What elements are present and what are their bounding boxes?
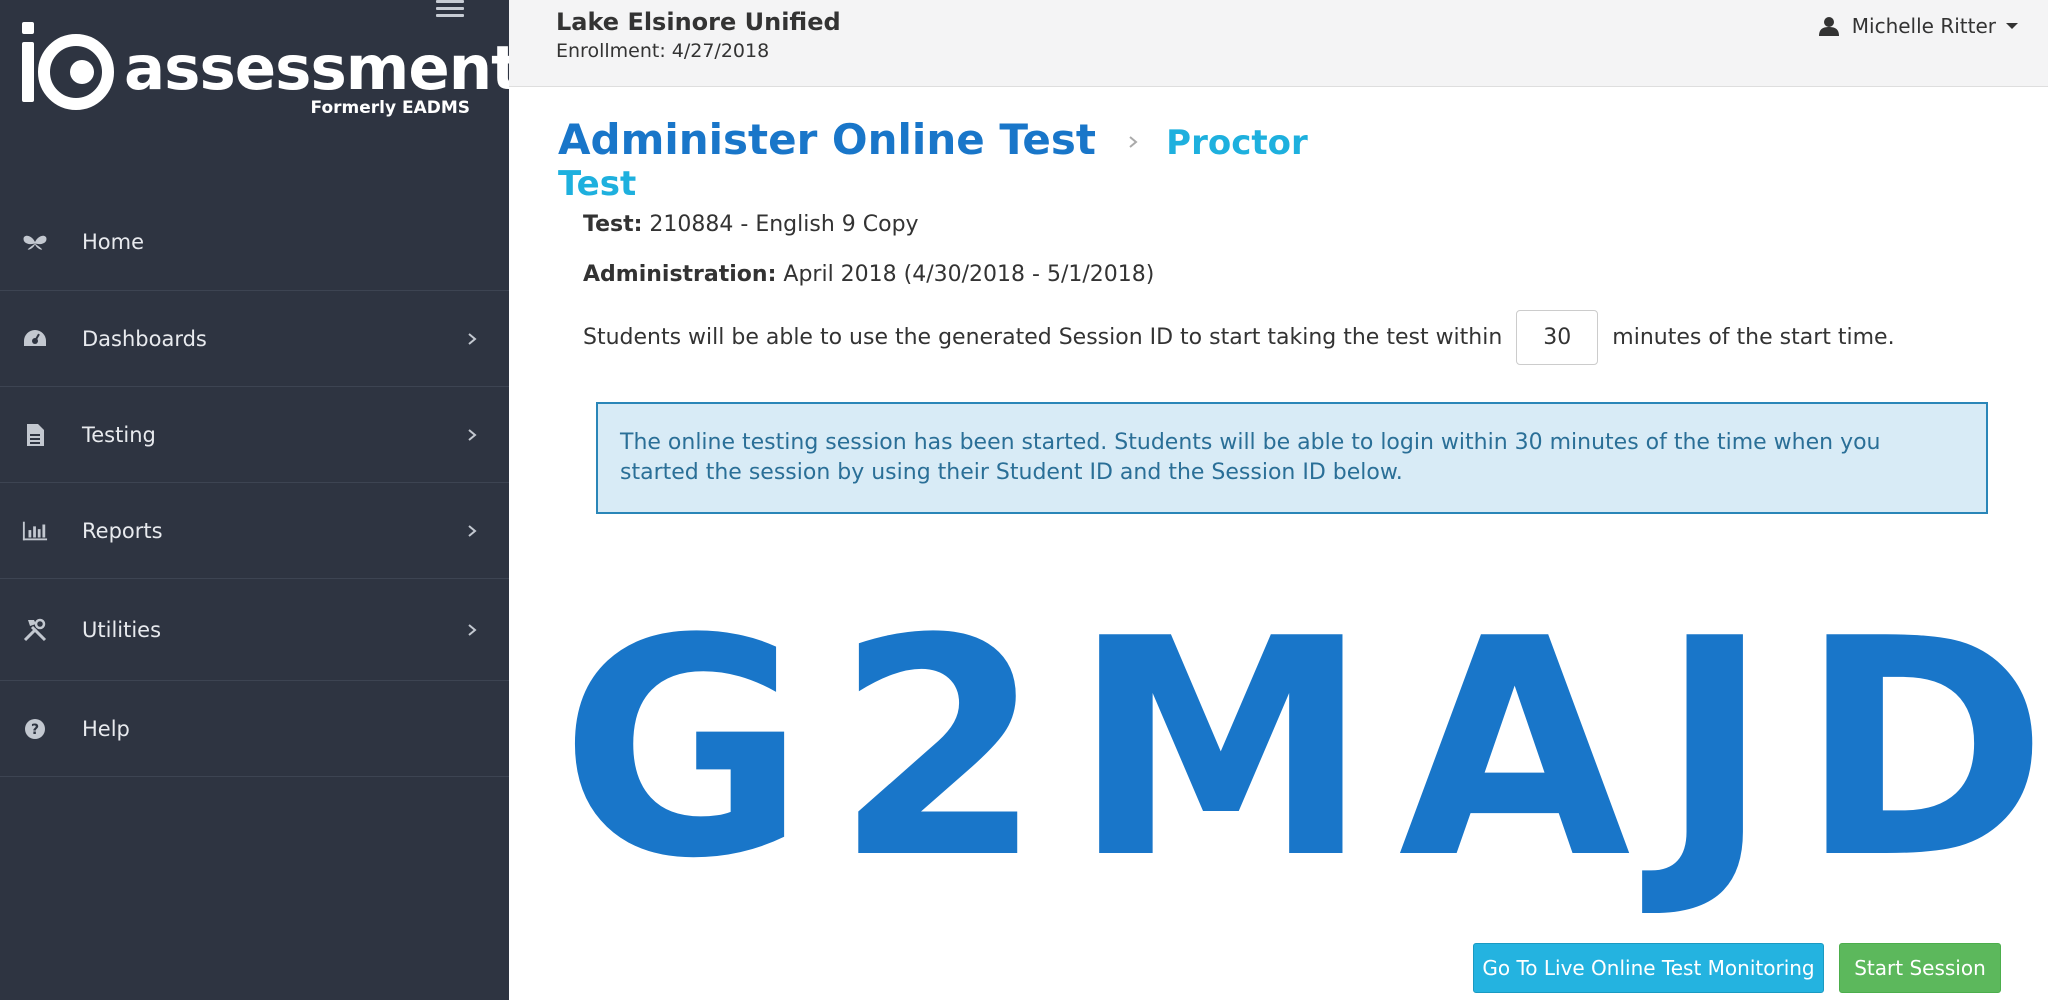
session-id-char: M xyxy=(1071,575,1371,924)
session-id-char: D xyxy=(1798,575,2048,924)
sidebar-item-testing[interactable]: Testing xyxy=(0,387,509,483)
dashboard-gauge-icon xyxy=(22,326,48,352)
logo-subtitle: Formerly EADMS xyxy=(310,98,470,118)
document-icon xyxy=(22,422,48,448)
caret-down-icon xyxy=(2006,23,2018,29)
chevron-right-icon xyxy=(468,332,477,345)
top-header: Lake Elsinore Unified Enrollment: 4/27/2… xyxy=(509,0,2048,87)
logo[interactable]: assessment Formerly EADMS xyxy=(20,18,520,128)
administration-info: Administration: April 2018 (4/30/2018 - … xyxy=(583,262,1154,287)
sidebar-nav: Home Dashboards Testing Reports Utilitie… xyxy=(0,193,509,777)
test-info: Test: 210884 - English 9 Copy xyxy=(583,212,919,237)
session-id-display: G 2 M A J D xyxy=(560,600,2048,920)
chevron-right-icon xyxy=(468,524,477,537)
session-id-char: J xyxy=(1658,575,1771,924)
administration-label: Administration: xyxy=(583,262,777,287)
sidebar-item-reports[interactable]: Reports xyxy=(0,483,509,579)
live-monitoring-button[interactable]: Go To Live Online Test Monitoring xyxy=(1473,943,1824,993)
test-label: Test: xyxy=(583,212,643,237)
butterfly-icon xyxy=(22,229,48,255)
chevron-right-icon xyxy=(1129,135,1138,148)
logo-id-mark xyxy=(22,22,114,110)
sidebar-item-home[interactable]: Home xyxy=(0,193,509,291)
minutes-input[interactable]: 30 xyxy=(1516,310,1599,365)
session-started-alert: The online testing session has been star… xyxy=(596,402,1988,514)
user-menu[interactable]: Michelle Ritter xyxy=(1818,14,2018,38)
chevron-right-icon xyxy=(468,623,477,636)
sidebar-item-help[interactable]: ? Help xyxy=(0,681,509,777)
page-title[interactable]: Administer Online Test xyxy=(558,115,1096,164)
logo-brand: assessment xyxy=(124,33,520,104)
session-window-info: Students will be able to use the generat… xyxy=(583,310,1895,365)
administration-value: April 2018 (4/30/2018 - 5/1/2018) xyxy=(783,262,1155,287)
session-window-text-before: Students will be able to use the generat… xyxy=(583,324,1503,350)
sidebar-item-dashboards[interactable]: Dashboards xyxy=(0,291,509,387)
question-circle-icon: ? xyxy=(22,716,48,742)
hamburger-menu-icon[interactable] xyxy=(436,0,464,20)
svg-text:?: ? xyxy=(31,722,39,738)
user-icon xyxy=(1818,17,1839,36)
session-id-char: 2 xyxy=(834,575,1044,924)
enrollment-date: Enrollment: 4/27/2018 xyxy=(556,40,770,62)
sidebar-item-label: Utilities xyxy=(82,617,162,642)
tools-icon xyxy=(22,617,48,643)
session-window-text-after: minutes of the start time. xyxy=(1612,324,1895,350)
sidebar-item-label: Testing xyxy=(82,422,156,447)
session-id-char: A xyxy=(1398,575,1631,924)
bar-chart-icon xyxy=(22,518,48,544)
sidebar-item-label: Help xyxy=(82,716,130,741)
sidebar-item-label: Dashboards xyxy=(82,326,207,351)
sidebar-item-label: Reports xyxy=(82,518,163,543)
start-session-button[interactable]: Start Session xyxy=(1839,943,2001,993)
session-id-char: G xyxy=(560,575,807,924)
sidebar-item-utilities[interactable]: Utilities xyxy=(0,579,509,681)
test-value: 210884 - English 9 Copy xyxy=(649,212,919,237)
district-name: Lake Elsinore Unified xyxy=(556,8,841,36)
chevron-right-icon xyxy=(468,428,477,441)
user-name: Michelle Ritter xyxy=(1851,14,1996,38)
sidebar-item-label: Home xyxy=(82,229,145,254)
sidebar: assessment Formerly EADMS Home Dashboard… xyxy=(0,0,520,1000)
breadcrumb: Administer Online Test Proctor Test xyxy=(558,115,1318,204)
